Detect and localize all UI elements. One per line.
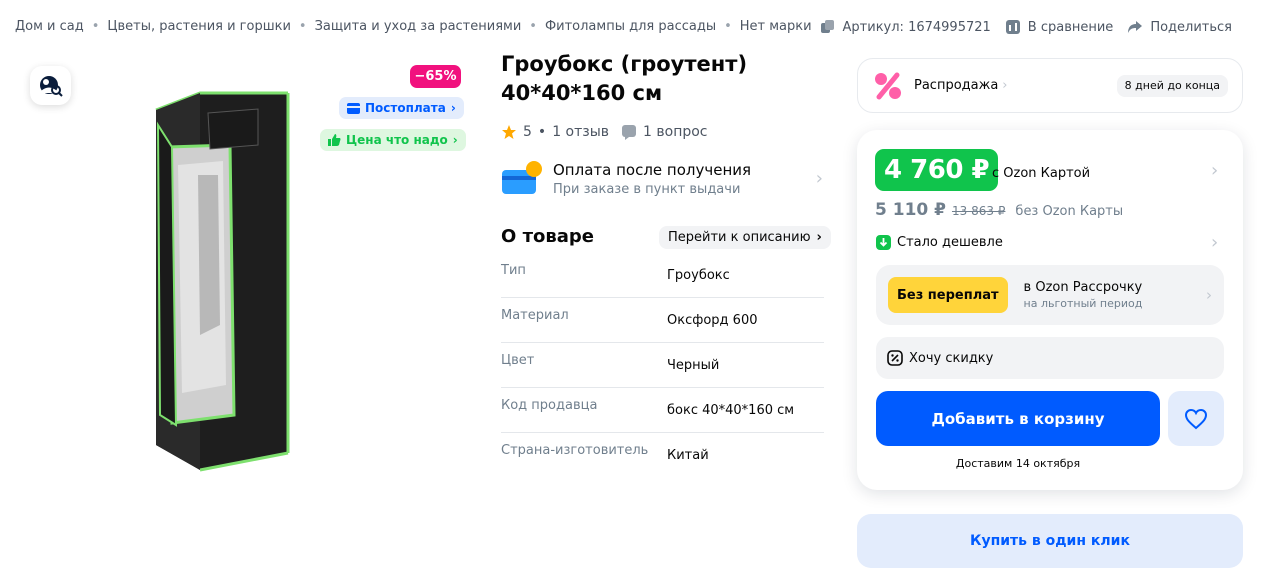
buy-one-click-button[interactable]: Купить в один клик [857,514,1243,568]
discount-tag-icon [887,350,903,366]
breadcrumb-separator: • [91,19,100,34]
discount-badge: −65% [410,65,461,88]
breadcrumb: Дом и сад • Цветы, растения и горшки • З… [15,19,812,34]
breadcrumb-separator: • [298,19,307,34]
breadcrumb-separator: • [529,19,537,34]
chevron-right-icon: › [1206,286,1212,304]
want-discount-button[interactable]: Хочу скидку [876,337,1224,379]
postpay-label: Постоплата [365,101,446,115]
rating-value: 5 [523,124,532,140]
share-icon [1128,21,1143,33]
star-icon [502,125,516,139]
copy-icon [820,20,834,33]
delivery-date: Доставим 14 октября [955,457,1081,470]
article-copy-button[interactable]: Артикул: 1674995721 [820,19,991,35]
compare-button[interactable]: В сравнение [1005,19,1114,35]
no-overpay-badge: Без переплат [888,277,1008,313]
old-price: 13 863 ₽ [951,204,1006,218]
add-to-cart-button[interactable]: Добавить в корзину [876,391,1160,446]
breadcrumb-item[interactable]: Дом и сад [15,19,84,34]
chevron-right-icon: › [815,168,823,189]
pay-after-title: Оплата после получения [553,160,752,179]
fair-price-label: Цена что надо [346,133,448,147]
heart-icon [1184,408,1208,429]
breadcrumb-item[interactable]: Нет марки [740,19,812,34]
chevron-right-icon[interactable]: › [1211,160,1218,181]
compare-label: В сравнение [1027,19,1114,35]
breadcrumb-item[interactable]: Фитолампы для рассады [545,19,716,34]
share-label: Поделиться [1150,19,1232,35]
regular-price-row: 5 110 ₽ 13 863 ₽ без Ozon Карты [875,200,1123,220]
reviews-link[interactable]: 1 отзыв [552,124,609,140]
spec-value: Оксфорд 600 [667,312,758,328]
pay-after-receipt[interactable]: Оплата после получения При заказе в пунк… [501,156,823,201]
spec-row: Цвет Черный [501,343,824,388]
percent-icon [875,72,901,99]
payment-card-icon [502,160,542,194]
goto-description-button[interactable]: Перейти к описанию › [659,226,831,249]
spec-row: Тип Гроубокс [501,253,824,298]
fair-price-badge[interactable]: Цена что надо › [320,129,466,151]
lens-search-icon [39,75,63,97]
article-number: Артикул: 1674995721 [842,19,991,35]
spec-value: Китай [667,448,709,463]
installment-offer[interactable]: Без переплат в Ozon Рассрочку на льготны… [876,265,1224,325]
card-icon [347,102,360,114]
spec-name: Цвет [501,352,535,368]
specs-table: Тип Гроубокс Материал Оксфорд 600 Цвет Ч… [501,253,824,478]
spec-row: Страна-изготовитель Китай [501,433,824,478]
question-icon [622,125,637,140]
price-card: 4 760 ₽ с Ozon Картой › 5 110 ₽ 13 863 ₽… [857,130,1243,490]
installment-title: в Ozon Рассрочку [1023,280,1143,295]
price-drop-label: Стало дешевле [897,235,1003,250]
about-heading: О товаре [501,226,594,247]
spec-row: Материал Оксфорд 600 [501,298,824,343]
spec-name: Материал [501,307,569,323]
no-card-label: без Ozon Карты [1015,204,1124,219]
thumbs-up-icon [328,134,341,146]
breadcrumb-separator: • [724,19,732,34]
product-image[interactable] [138,85,343,475]
share-button[interactable]: Поделиться [1127,19,1232,35]
chevron-right-icon: › [452,133,458,147]
spec-name: Страна-изготовитель [501,443,649,458]
product-actions: Артикул: 1674995721 В сравнение Поделить… [820,19,1232,35]
spec-name: Тип [501,262,526,278]
rating-summary: 5 • 1 отзыв 1 вопрос [501,124,708,140]
sale-label: Распродажа [914,78,999,93]
chevron-right-icon[interactable]: › [1211,232,1218,253]
breadcrumb-item[interactable]: Защита и уход за растениями [315,19,522,34]
questions-link[interactable]: 1 вопрос [643,124,707,140]
price-drop-indicator[interactable]: Стало дешевле [876,235,1003,250]
regular-price: 5 110 ₽ [875,200,946,220]
ozon-card-price[interactable]: 4 760 ₽ [875,149,999,191]
chevron-right-icon: › [1002,78,1008,93]
goto-description-label: Перейти к описанию [668,230,811,245]
spec-value: бокс 40*40*160 см [667,402,795,418]
separator-dot: • [537,124,547,140]
spec-value: Гроубокс [667,267,730,283]
compare-icon [1005,20,1020,34]
chevron-right-icon: › [450,101,456,115]
image-search-button[interactable] [30,66,71,105]
postpay-badge[interactable]: Постоплата › [339,97,464,119]
favorite-button[interactable] [1168,391,1224,446]
want-discount-label: Хочу скидку [909,350,994,366]
spec-row: Код продавца бокс 40*40*160 см [501,388,824,433]
product-title: Гроубокс (гроутент) 40*40*160 см [501,52,748,105]
spec-value: Черный [667,357,720,373]
sale-banner[interactable]: Распродажа › 8 дней до конца [857,58,1243,113]
pay-after-subtitle: При заказе в пункт выдачи [553,181,741,197]
breadcrumb-item[interactable]: Цветы, растения и горшки [107,19,291,34]
days-left-badge: 8 дней до конца [1116,74,1228,97]
chevron-right-icon: › [816,230,822,245]
installment-subtitle: на льготный период [1023,297,1143,310]
spec-name: Код продавца [501,397,598,413]
ozon-card-label: с Ozon Картой [992,166,1091,181]
arrow-down-icon [876,235,891,250]
